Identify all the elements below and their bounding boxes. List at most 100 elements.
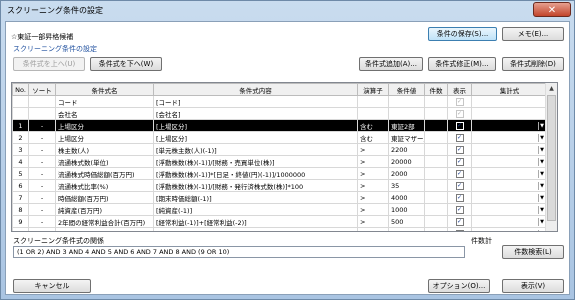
relation-field[interactable]: (1 OR 2) AND 3 AND 4 AND 5 AND 6 AND 7 A…: [13, 246, 465, 258]
chevron-down-icon[interactable]: ▼: [538, 133, 545, 142]
cell-count: [424, 131, 448, 144]
table-row[interactable]: 10-時価総額(百万円)[期末時価総額(-1)]<50000 ✓ ▼: [12, 227, 548, 231]
header-col-content[interactable]: 条件式内容: [153, 83, 358, 96]
show-checkbox[interactable]: ✓: [455, 169, 464, 178]
chevron-down-icon[interactable]: ▼: [538, 217, 545, 226]
cell-sort: -: [28, 179, 56, 192]
table-row[interactable]: 2-上場区分[上場区分]含む東証マザーズ ✓ ▼: [12, 131, 548, 144]
cell-aggregate[interactable]: ▼: [471, 167, 548, 180]
cell-show: ✓: [447, 131, 472, 144]
cell-aggregate[interactable]: [471, 95, 548, 108]
cell-operator: <: [357, 227, 389, 231]
chevron-down-icon[interactable]: ▼: [538, 121, 545, 130]
cell-aggregate[interactable]: ▼: [471, 155, 548, 168]
cell-name: 時価総額(百万円): [55, 191, 154, 204]
header-col-operator[interactable]: 演算子: [357, 83, 389, 96]
cell-aggregate[interactable]: ▼: [471, 131, 548, 144]
show-checkbox[interactable]: ✓: [455, 157, 464, 166]
show-checkbox[interactable]: ✓: [455, 97, 464, 106]
cell-count: [424, 215, 448, 228]
scroll-up-icon[interactable]: ▲: [546, 83, 557, 94]
table-row[interactable]: 8- 純資産(百万円) [純資産(-1)] >1000 ✓ ▼: [12, 203, 548, 216]
options-button[interactable]: オプション(O)...: [428, 279, 490, 293]
show-checkbox[interactable]: ✓: [455, 229, 464, 231]
cell-no: 3: [12, 143, 29, 156]
cell-aggregate[interactable]: ▼: [471, 215, 548, 228]
show-checkbox[interactable]: ✓: [455, 109, 464, 118]
cell-aggregate[interactable]: ▼: [471, 143, 548, 156]
move-down-button[interactable]: 条件式を下へ(W): [90, 57, 162, 71]
memo-button[interactable]: メモ(E)...: [502, 27, 564, 41]
chevron-down-icon[interactable]: ▼: [538, 229, 545, 231]
header-col-name[interactable]: 条件式名: [55, 83, 154, 96]
table-row[interactable]: 6- 流通株式比率(%) [浮動株数(株)(-1)]/[財務・発行済株式数(株)]*…: [12, 179, 548, 192]
cell-aggregate[interactable]: ▼: [471, 191, 548, 204]
table-row[interactable]: 7- 時価総額(百万円) [期末時価総額(-1)] >4000 ✓ ▼: [12, 191, 548, 204]
show-checkbox[interactable]: ✓: [455, 193, 464, 202]
chevron-down-icon[interactable]: ▼: [538, 157, 545, 166]
show-checkbox[interactable]: ✓: [455, 181, 464, 190]
add-condition-button[interactable]: 条件式追加(A)...: [359, 57, 423, 71]
window-title: スクリーニング条件の設定: [7, 6, 103, 15]
cancel-button[interactable]: キャンセル: [13, 279, 91, 293]
cell-aggregate[interactable]: ▼: [471, 227, 548, 231]
header-col-aggregate[interactable]: 集計式: [471, 83, 548, 96]
cell-aggregate[interactable]: ▼: [471, 179, 548, 192]
chevron-down-icon[interactable]: ▼: [538, 145, 545, 154]
cell-count: [424, 107, 448, 120]
scroll-thumb[interactable]: [547, 95, 556, 221]
delete-condition-button[interactable]: 条件式削除(D): [502, 57, 564, 71]
table-row[interactable]: 5- 流通株式時価総額(百万円) [浮動株数(株)(-1)]*[日足・終値(円)(-…: [12, 167, 548, 180]
cell-operator: >: [357, 215, 389, 228]
conditions-table[interactable]: No. ソート 条件式名 条件式内容 演算子 条件値 件数 表示 集計式 コード [コード] ✓ 会社…: [11, 82, 558, 232]
cell-operator: 含む: [357, 131, 389, 144]
table-scrollbar[interactable]: ▲: [545, 83, 557, 231]
cell-content: [浮動株数(株)(-1)]*[日足・終値(円)(-1)]/1000000: [153, 167, 358, 180]
chevron-down-icon[interactable]: ▼: [538, 205, 545, 214]
title-bar[interactable]: スクリーニング条件の設定 ✕: [1, 1, 574, 19]
cell-content: [単元株主数(人)(-1)]: [153, 143, 358, 156]
show-checkbox[interactable]: ✓: [455, 145, 464, 154]
cell-name: 株主数(人): [55, 143, 154, 156]
table-row[interactable]: 1- 上場区分 [上場区分] 含む 東証2部 ✓ ▼: [12, 119, 548, 132]
show-checkbox[interactable]: ✓: [455, 205, 464, 214]
table-row[interactable]: コード [コード] ✓: [12, 95, 548, 108]
move-up-button[interactable]: 条件式を上へ(U): [13, 57, 85, 71]
cell-show: ✓: [447, 155, 472, 168]
edit-condition-button[interactable]: 条件式修正(M)...: [428, 57, 496, 71]
table-row[interactable]: 9-2年間の経常利益合計(百万円) [経常利益(-1)]+[経常利益(-2)] >5…: [12, 215, 548, 228]
count-search-button[interactable]: 件数検索(L): [502, 245, 564, 259]
cell-sort: -: [28, 167, 56, 180]
header-col-no[interactable]: No.: [12, 83, 29, 96]
header-col-show[interactable]: 表示: [447, 83, 472, 96]
show-checkbox[interactable]: ✓: [455, 133, 464, 142]
header-col-count[interactable]: 件数: [424, 83, 448, 96]
table-row[interactable]: 4- 流通株式数(単位) [浮動株数(株)(-1)]/[財務・売買単位(株)] >20…: [12, 155, 548, 168]
cell-value: 東証マザーズ: [388, 131, 425, 144]
cell-no: [12, 95, 29, 108]
header-col-value[interactable]: 条件値: [388, 83, 425, 96]
show-checkbox[interactable]: ✓: [455, 121, 464, 130]
cell-value: 500: [388, 215, 425, 228]
header-col-sort[interactable]: ソート: [28, 83, 56, 96]
cell-sort: -: [28, 227, 56, 231]
cell-operator: [357, 107, 389, 120]
cell-aggregate[interactable]: [471, 107, 548, 120]
cell-operator: >: [357, 203, 389, 216]
cell-aggregate[interactable]: ▼: [471, 203, 548, 216]
table-row[interactable]: 3- 株主数(人) [単元株主数(人)(-1)] >2200 ✓ ▼: [12, 143, 548, 156]
show-button[interactable]: 表示(V): [502, 279, 564, 293]
cell-count: [424, 179, 448, 192]
cell-sort: -: [28, 143, 56, 156]
save-conditions-button[interactable]: 条件の保存(S)...: [428, 27, 497, 41]
cell-aggregate[interactable]: ▼: [471, 119, 548, 132]
cell-no: 4: [12, 155, 29, 168]
show-checkbox[interactable]: ✓: [455, 217, 464, 226]
cell-value: 50000: [388, 227, 425, 231]
chevron-down-icon[interactable]: ▼: [538, 181, 545, 190]
chevron-down-icon[interactable]: ▼: [538, 193, 545, 202]
close-button[interactable]: ✕: [533, 2, 571, 17]
dialog-content: ☆東証一部昇格候補 条件の保存(S)... メモ(E)... スクリーニング条件…: [5, 21, 570, 295]
table-row[interactable]: 会社名 [会社名] ✓: [12, 107, 548, 120]
chevron-down-icon[interactable]: ▼: [538, 169, 545, 178]
